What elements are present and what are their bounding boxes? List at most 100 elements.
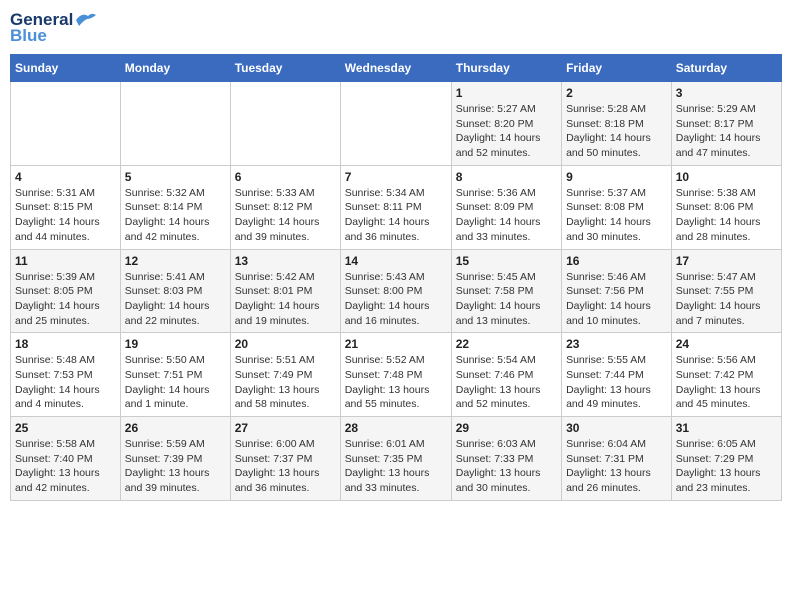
day-number: 30 [566, 421, 667, 435]
calendar-day-cell [230, 82, 340, 166]
day-number: 17 [676, 254, 777, 268]
day-number: 21 [345, 337, 447, 351]
calendar-week-row: 4 Sunrise: 5:31 AM Sunset: 8:15 PM Daylig… [11, 165, 782, 249]
day-number: 31 [676, 421, 777, 435]
calendar-day-cell: 8 Sunrise: 5:36 AM Sunset: 8:09 PM Daylig… [451, 165, 561, 249]
day-number: 27 [235, 421, 336, 435]
day-number: 1 [456, 86, 557, 100]
calendar-day-cell: 25 Sunrise: 5:58 AM Sunset: 7:40 PM Dayli… [11, 417, 121, 501]
calendar-day-cell: 2 Sunrise: 5:28 AM Sunset: 8:18 PM Daylig… [562, 82, 672, 166]
day-info: Sunrise: 5:46 AM Sunset: 7:56 PM Dayligh… [566, 270, 667, 329]
day-info: Sunrise: 5:50 AM Sunset: 7:51 PM Dayligh… [125, 353, 226, 412]
day-info: Sunrise: 5:52 AM Sunset: 7:48 PM Dayligh… [345, 353, 447, 412]
day-number: 25 [15, 421, 116, 435]
day-info: Sunrise: 5:48 AM Sunset: 7:53 PM Dayligh… [15, 353, 116, 412]
calendar-day-cell: 7 Sunrise: 5:34 AM Sunset: 8:11 PM Daylig… [340, 165, 451, 249]
calendar-day-cell [340, 82, 451, 166]
calendar-day-cell: 24 Sunrise: 5:56 AM Sunset: 7:42 PM Dayli… [671, 333, 781, 417]
calendar-table: SundayMondayTuesdayWednesdayThursdayFrid… [10, 54, 782, 501]
day-number: 19 [125, 337, 226, 351]
day-number: 3 [676, 86, 777, 100]
day-info: Sunrise: 6:05 AM Sunset: 7:29 PM Dayligh… [676, 437, 777, 496]
day-info: Sunrise: 5:54 AM Sunset: 7:46 PM Dayligh… [456, 353, 557, 412]
calendar-day-cell: 27 Sunrise: 6:00 AM Sunset: 7:37 PM Dayli… [230, 417, 340, 501]
day-number: 16 [566, 254, 667, 268]
logo: General Blue [10, 10, 97, 46]
day-info: Sunrise: 5:32 AM Sunset: 8:14 PM Dayligh… [125, 186, 226, 245]
day-number: 18 [15, 337, 116, 351]
day-number: 20 [235, 337, 336, 351]
weekday-header-row: SundayMondayTuesdayWednesdayThursdayFrid… [11, 55, 782, 82]
calendar-day-cell: 21 Sunrise: 5:52 AM Sunset: 7:48 PM Dayli… [340, 333, 451, 417]
day-number: 7 [345, 170, 447, 184]
calendar-day-cell: 5 Sunrise: 5:32 AM Sunset: 8:14 PM Daylig… [120, 165, 230, 249]
day-number: 23 [566, 337, 667, 351]
calendar-day-cell: 18 Sunrise: 5:48 AM Sunset: 7:53 PM Dayli… [11, 333, 121, 417]
calendar-day-cell: 23 Sunrise: 5:55 AM Sunset: 7:44 PM Dayli… [562, 333, 672, 417]
day-info: Sunrise: 5:37 AM Sunset: 8:08 PM Dayligh… [566, 186, 667, 245]
logo-bird-icon [74, 10, 96, 30]
weekday-header: Monday [120, 55, 230, 82]
day-number: 29 [456, 421, 557, 435]
day-number: 26 [125, 421, 226, 435]
day-number: 11 [15, 254, 116, 268]
day-number: 15 [456, 254, 557, 268]
day-number: 12 [125, 254, 226, 268]
day-info: Sunrise: 6:01 AM Sunset: 7:35 PM Dayligh… [345, 437, 447, 496]
page-header: General Blue [10, 10, 782, 46]
calendar-day-cell: 1 Sunrise: 5:27 AM Sunset: 8:20 PM Daylig… [451, 82, 561, 166]
day-number: 22 [456, 337, 557, 351]
day-info: Sunrise: 5:45 AM Sunset: 7:58 PM Dayligh… [456, 270, 557, 329]
day-info: Sunrise: 5:56 AM Sunset: 7:42 PM Dayligh… [676, 353, 777, 412]
day-number: 8 [456, 170, 557, 184]
weekday-header: Sunday [11, 55, 121, 82]
calendar-day-cell: 13Sunrise: 5:42 AM Sunset: 8:01 PM Dayli… [230, 249, 340, 333]
calendar-day-cell: 28Sunrise: 6:01 AM Sunset: 7:35 PM Dayli… [340, 417, 451, 501]
day-info: Sunrise: 5:31 AM Sunset: 8:15 PM Dayligh… [15, 186, 116, 245]
calendar-day-cell: 29 Sunrise: 6:03 AM Sunset: 7:33 PM Dayli… [451, 417, 561, 501]
day-info: Sunrise: 5:47 AM Sunset: 7:55 PM Dayligh… [676, 270, 777, 329]
calendar-day-cell: 4 Sunrise: 5:31 AM Sunset: 8:15 PM Daylig… [11, 165, 121, 249]
calendar-day-cell: 10 Sunrise: 5:38 AM Sunset: 8:06 PM Dayli… [671, 165, 781, 249]
weekday-header: Wednesday [340, 55, 451, 82]
day-number: 24 [676, 337, 777, 351]
day-info: Sunrise: 5:43 AM Sunset: 8:00 PM Dayligh… [345, 270, 447, 329]
day-info: Sunrise: 5:29 AM Sunset: 8:17 PM Dayligh… [676, 102, 777, 161]
calendar-day-cell: 19 Sunrise: 5:50 AM Sunset: 7:51 PM Dayli… [120, 333, 230, 417]
weekday-header: Saturday [671, 55, 781, 82]
calendar-day-cell: 17 Sunrise: 5:47 AM Sunset: 7:55 PM Dayli… [671, 249, 781, 333]
day-number: 10 [676, 170, 777, 184]
day-info: Sunrise: 5:27 AM Sunset: 8:20 PM Dayligh… [456, 102, 557, 161]
calendar-day-cell: 26 Sunrise: 5:59 AM Sunset: 7:39 PM Dayli… [120, 417, 230, 501]
day-info: Sunrise: 5:51 AM Sunset: 7:49 PM Dayligh… [235, 353, 336, 412]
day-info: Sunrise: 5:55 AM Sunset: 7:44 PM Dayligh… [566, 353, 667, 412]
day-info: Sunrise: 5:36 AM Sunset: 8:09 PM Dayligh… [456, 186, 557, 245]
calendar-day-cell [120, 82, 230, 166]
calendar-day-cell: 3 Sunrise: 5:29 AM Sunset: 8:17 PM Daylig… [671, 82, 781, 166]
calendar-day-cell: 12 Sunrise: 5:41 AM Sunset: 8:03 PM Dayli… [120, 249, 230, 333]
calendar-day-cell [11, 82, 121, 166]
weekday-header: Friday [562, 55, 672, 82]
calendar-day-cell: 15 Sunrise: 5:45 AM Sunset: 7:58 PM Dayli… [451, 249, 561, 333]
day-info: Sunrise: 5:38 AM Sunset: 8:06 PM Dayligh… [676, 186, 777, 245]
calendar-day-cell: 20 Sunrise: 5:51 AM Sunset: 7:49 PM Dayli… [230, 333, 340, 417]
day-info: Sunrise: 5:34 AM Sunset: 8:11 PM Dayligh… [345, 186, 447, 245]
day-info: Sunrise: 5:59 AM Sunset: 7:39 PM Dayligh… [125, 437, 226, 496]
logo-blue-text: Blue [10, 26, 47, 46]
calendar-day-cell: 14 Sunrise: 5:43 AM Sunset: 8:00 PM Dayli… [340, 249, 451, 333]
day-info: Sunrise: 6:03 AM Sunset: 7:33 PM Dayligh… [456, 437, 557, 496]
day-number: 14 [345, 254, 447, 268]
day-info: Sunrise: 5:41 AM Sunset: 8:03 PM Dayligh… [125, 270, 226, 329]
calendar-day-cell: 11Sunrise: 5:39 AM Sunset: 8:05 PM Dayli… [11, 249, 121, 333]
day-info: Sunrise: 6:00 AM Sunset: 7:37 PM Dayligh… [235, 437, 336, 496]
day-number: 4 [15, 170, 116, 184]
day-info: Sunrise: 6:04 AM Sunset: 7:31 PM Dayligh… [566, 437, 667, 496]
day-number: 2 [566, 86, 667, 100]
day-number: 5 [125, 170, 226, 184]
day-info: Sunrise: 5:58 AM Sunset: 7:40 PM Dayligh… [15, 437, 116, 496]
calendar-week-row: 18 Sunrise: 5:48 AM Sunset: 7:53 PM Dayli… [11, 333, 782, 417]
day-info: Sunrise: 5:28 AM Sunset: 8:18 PM Dayligh… [566, 102, 667, 161]
day-info: Sunrise: 5:33 AM Sunset: 8:12 PM Dayligh… [235, 186, 336, 245]
weekday-header: Thursday [451, 55, 561, 82]
day-number: 13 [235, 254, 336, 268]
